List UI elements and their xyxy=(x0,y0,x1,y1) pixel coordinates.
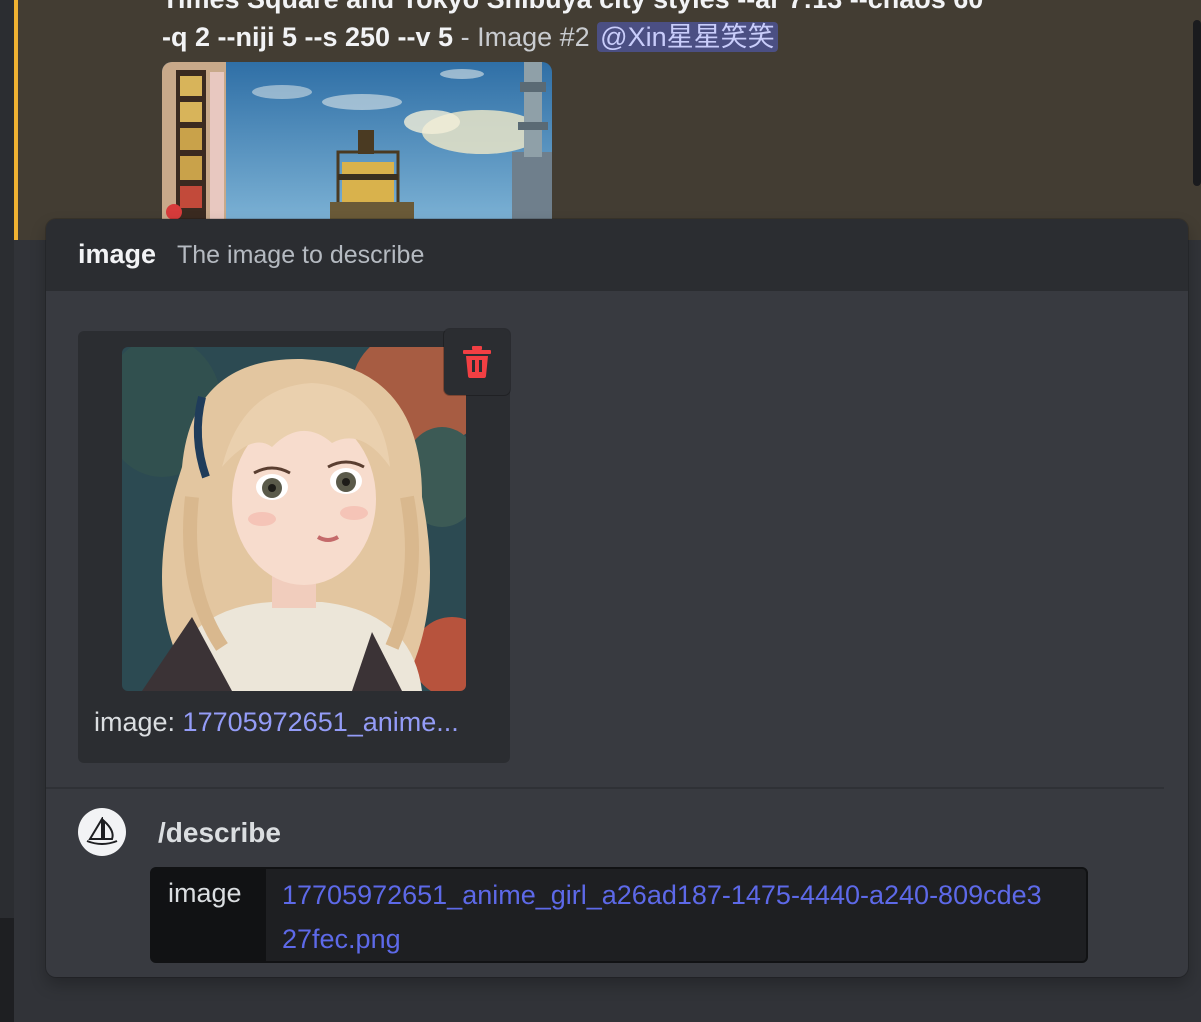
delete-attachment-button[interactable] xyxy=(444,329,510,395)
option-description: The image to describe xyxy=(177,241,425,269)
user-mention[interactable]: @Xin星星笑笑 xyxy=(597,22,778,52)
parameter-name: image xyxy=(152,869,266,961)
option-name: image xyxy=(78,239,157,269)
parameter-value[interactable]: 17705972651_anime_girl_a26ad187-1475-444… xyxy=(282,873,1042,961)
message-prompt-line-1: Times Square and Tokyo Shibuya city styl… xyxy=(162,0,983,15)
slash-command-name: /describe xyxy=(158,817,281,848)
option-header: image The image to describe xyxy=(46,219,1188,291)
attachment-caption: image: 17705972651_anime... xyxy=(94,707,494,738)
message-prompt-line-2: -q 2 --niji 5 --s 250 --v 5 - Image #2 @… xyxy=(162,18,778,56)
left-rail-bottom xyxy=(0,918,14,1022)
attachment-caption-label: image: xyxy=(94,707,183,737)
popup-divider xyxy=(46,787,1164,789)
attachment-filename[interactable]: 17705972651_anime... xyxy=(183,707,459,737)
mentioned-message: Times Square and Tokyo Shibuya city styl… xyxy=(14,0,1201,262)
discord-chat-view: Times Square and Tokyo Shibuya city styl… xyxy=(0,0,1201,1022)
anime-girl-art xyxy=(122,347,466,691)
attachment-thumbnail xyxy=(122,347,466,691)
command-option-popup: image The image to describe image: 17705… xyxy=(46,219,1188,977)
message-prompt-params: -q 2 --niji 5 --s 250 --v 5 xyxy=(162,22,454,52)
message-image-index: - Image #2 xyxy=(453,22,598,52)
midjourney-bot-avatar[interactable] xyxy=(78,808,126,856)
command-parameter-box[interactable]: image 17705972651_anime_girl_a26ad187-14… xyxy=(150,867,1088,963)
trash-icon xyxy=(463,346,491,378)
left-rail xyxy=(0,0,14,1022)
image-attachment[interactable]: image: 17705972651_anime... xyxy=(78,329,510,763)
sailboat-icon xyxy=(86,817,118,845)
scrollbar-thumb[interactable] xyxy=(1193,20,1201,186)
